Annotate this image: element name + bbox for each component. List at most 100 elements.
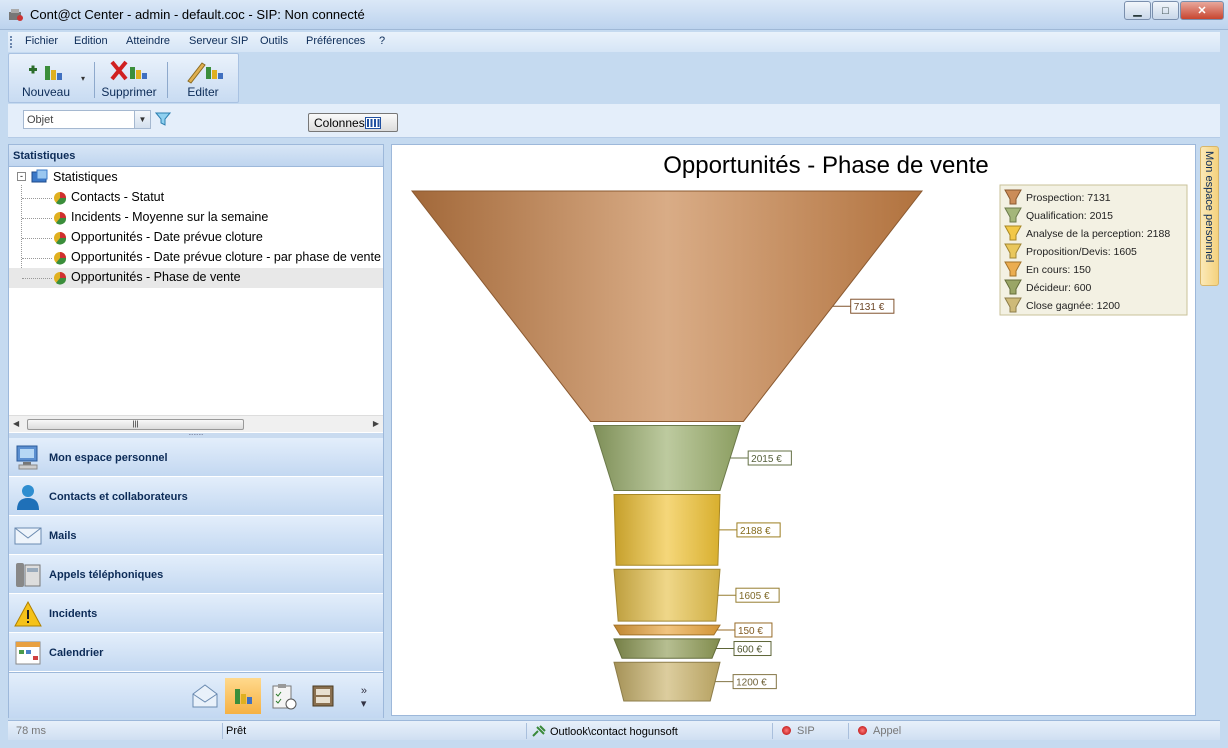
pie-chart-icon	[54, 192, 67, 205]
mail-shortcut-button[interactable]	[187, 678, 223, 714]
statistics-tree: - Statistiques Contacts - Statut Inciden…	[9, 167, 383, 414]
status-call-label: Appel	[873, 725, 902, 737]
tree-item-label: Opportunités - Date prévue cloture - par…	[71, 250, 381, 264]
menu-preferences[interactable]: Préférences	[306, 35, 365, 47]
new-button[interactable]: Nouveau	[12, 56, 80, 102]
nav-item-label: Contacts et collaborateurs	[49, 491, 188, 503]
more-chevron-icon[interactable]: » ▾	[361, 685, 367, 710]
value-label: 1200 €	[736, 678, 767, 689]
columns-icon	[365, 117, 381, 129]
tree-item-label: Contacts - Statut	[71, 190, 165, 204]
app-icon	[9, 9, 23, 21]
left-panel-header: Statistiques	[9, 145, 383, 167]
funnel-segment-2	[613, 494, 721, 566]
object-combo[interactable]: Objet ▼	[23, 110, 151, 129]
call-status-icon	[858, 726, 867, 735]
archive-icon	[312, 685, 334, 707]
funnel-segment-3	[613, 568, 721, 622]
sip-status-icon	[782, 726, 791, 735]
menu-grip[interactable]	[10, 36, 13, 48]
funnel-segment-1	[592, 424, 742, 492]
add-chart-icon	[29, 65, 62, 80]
menu-outils[interactable]: Outils	[260, 35, 288, 47]
nav-item-incidents[interactable]: Incidents	[9, 594, 383, 633]
computer-icon	[16, 445, 38, 470]
clipboard-check-icon	[272, 684, 297, 710]
statistics-folder-icon	[31, 169, 48, 183]
close-button[interactable]: ✕	[1180, 1, 1224, 20]
status-bar: 78 ms Prêt Outlook\contact hogunsoft SIP…	[8, 720, 1220, 740]
status-latency: 78 ms	[16, 725, 46, 737]
calendar-icon	[15, 641, 41, 665]
navigation-list: Mon espace personnel Contacts et collabo…	[9, 438, 383, 672]
delete-button[interactable]: Supprimer	[98, 56, 160, 102]
edit-button[interactable]: Editer	[173, 56, 233, 102]
value-label: 7131 €	[854, 302, 885, 313]
delete-label: Supprimer	[101, 85, 157, 99]
menu-atteindre[interactable]: Atteindre	[126, 35, 170, 47]
chart-panel: Opportunités - Phase de vente 7131 € 2015…	[391, 144, 1196, 716]
tree-item-label: Opportunités - Phase de vente	[71, 270, 241, 284]
nav-item-mon-espace[interactable]: Mon espace personnel	[9, 438, 383, 477]
minimize-icon: ▁	[1133, 5, 1142, 17]
menu-fichier[interactable]: Fichier	[25, 35, 58, 47]
side-tab-label: Mon espace personnel	[1203, 151, 1215, 263]
left-panel: Statistiques - Statistiques Contacts - S…	[8, 144, 384, 718]
menu-serveur-sip[interactable]: Serveur SIP	[189, 35, 248, 47]
new-label: Nouveau	[21, 85, 71, 99]
collapse-icon[interactable]: -	[17, 172, 26, 181]
tree-item-opportunites-phase[interactable]: Opportunités - Phase de vente	[9, 268, 383, 288]
status-outlook[interactable]: Outlook\contact hogunsoft	[532, 725, 678, 738]
legend-entry: Prospection: 7131	[1026, 192, 1111, 204]
envelope-icon	[14, 527, 42, 545]
statistics-shortcut-button[interactable]	[225, 678, 261, 714]
warning-icon	[14, 600, 42, 627]
scroll-right-icon[interactable]: ▶	[373, 419, 379, 428]
nav-item-mails[interactable]: Mails	[9, 516, 383, 555]
filter-bar: Objet ▼ Colonnes	[8, 104, 1220, 138]
value-label: 2188 €	[740, 526, 771, 537]
status-sip-label: SIP	[797, 725, 815, 737]
tasks-shortcut-button[interactable]	[265, 678, 301, 714]
title-bar: Cont@ct Center - admin - default.coc - S…	[0, 0, 1228, 30]
nav-item-label: Incidents	[49, 608, 98, 620]
phone-icon	[16, 563, 41, 587]
window-title: Cont@ct Center - admin - default.coc - S…	[30, 7, 365, 22]
nav-item-appels[interactable]: Appels téléphoniques	[9, 555, 383, 594]
pie-chart-icon	[54, 232, 67, 245]
tree-horizontal-scrollbar[interactable]: ◀ ||| ▶	[9, 415, 383, 432]
archive-shortcut-button[interactable]	[305, 678, 341, 714]
funnel-segment-5	[613, 638, 721, 659]
columns-button[interactable]: Colonnes	[308, 113, 398, 132]
scroll-left-icon[interactable]: ◀	[13, 419, 19, 428]
delete-chart-icon	[110, 60, 147, 81]
value-label: 1605 €	[739, 591, 770, 602]
nav-item-calendrier[interactable]: Calendrier	[9, 633, 383, 672]
legend-entry: Proposition/Devis: 1605	[1026, 246, 1137, 258]
menu-help[interactable]: ?	[379, 35, 385, 47]
status-state: Prêt	[226, 725, 247, 737]
tree-item-opportunites-date-phase[interactable]: Opportunités - Date prévue cloture - par…	[9, 248, 383, 268]
nav-item-contacts[interactable]: Contacts et collaborateurs	[9, 477, 383, 516]
minimize-button[interactable]: ▁	[1124, 1, 1151, 20]
menu-edition[interactable]: Edition	[74, 35, 108, 47]
mail-open-icon	[192, 684, 218, 708]
value-label: 2015 €	[751, 454, 782, 465]
scrollbar-thumb[interactable]: |||	[27, 419, 244, 430]
side-tab-mon-espace[interactable]: Mon espace personnel	[1200, 146, 1219, 286]
maximize-button[interactable]: □	[1152, 1, 1179, 20]
nav-item-label: Calendrier	[49, 647, 104, 659]
edit-label: Editer	[187, 85, 219, 99]
value-label: 600 €	[737, 645, 762, 656]
filter-icon[interactable]	[155, 111, 171, 127]
user-icon	[17, 485, 39, 510]
close-icon: ✕	[1197, 5, 1207, 17]
funnel-segment-4	[613, 624, 721, 636]
nav-item-label: Mon espace personnel	[49, 452, 168, 464]
legend-entry: Analyse de la perception: 2188	[1026, 228, 1170, 240]
chevron-down-icon[interactable]: ▼	[134, 111, 150, 128]
bar-chart-icon	[235, 689, 252, 704]
pie-chart-icon	[54, 272, 67, 285]
status-outlook-label: Outlook\contact hogunsoft	[550, 726, 678, 738]
new-dropdown-icon[interactable]: ▾	[81, 74, 85, 83]
